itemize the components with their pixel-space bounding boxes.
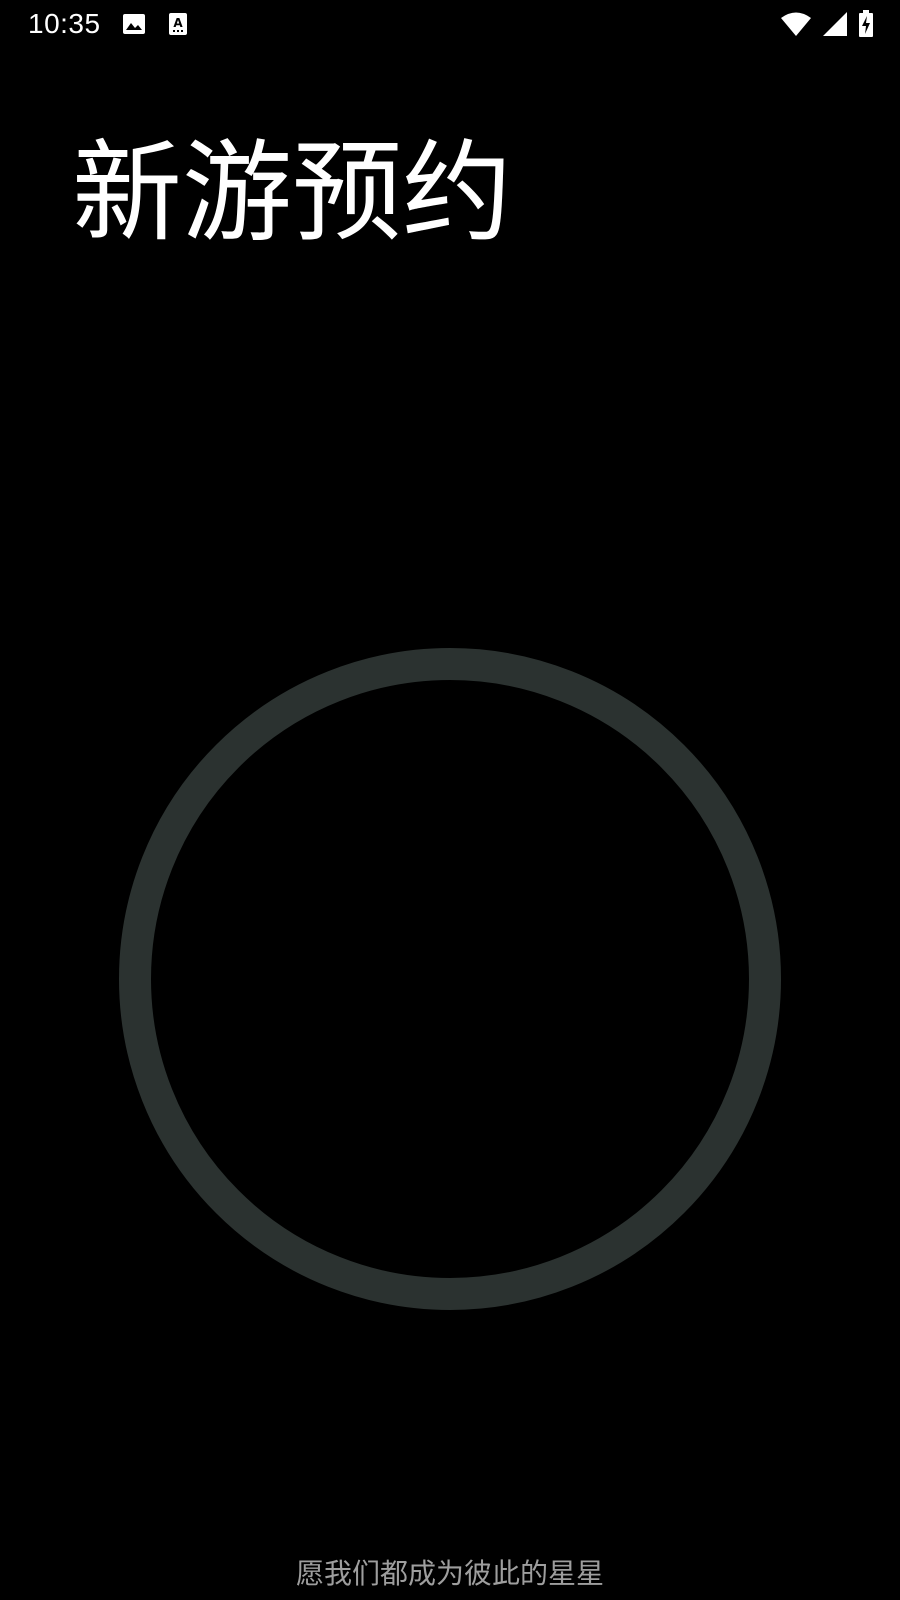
status-system-icons [780, 10, 874, 38]
footer-slogan: 愿我们都成为彼此的星星 [295, 1557, 604, 1590]
page-title: 新游预约 [72, 129, 512, 257]
cellular-signal-icon [822, 11, 848, 37]
image-icon [122, 12, 146, 36]
status-time: 10:35 [28, 8, 101, 39]
svg-text:A: A [173, 16, 183, 30]
wifi-icon [780, 11, 812, 37]
status-bar: 10:35 A [0, 0, 900, 50]
keyboard-a-icon: A [168, 12, 188, 36]
reserve-ring-button[interactable] [119, 648, 781, 1310]
status-notification-icons: A [122, 12, 188, 36]
battery-charging-icon [858, 10, 874, 38]
